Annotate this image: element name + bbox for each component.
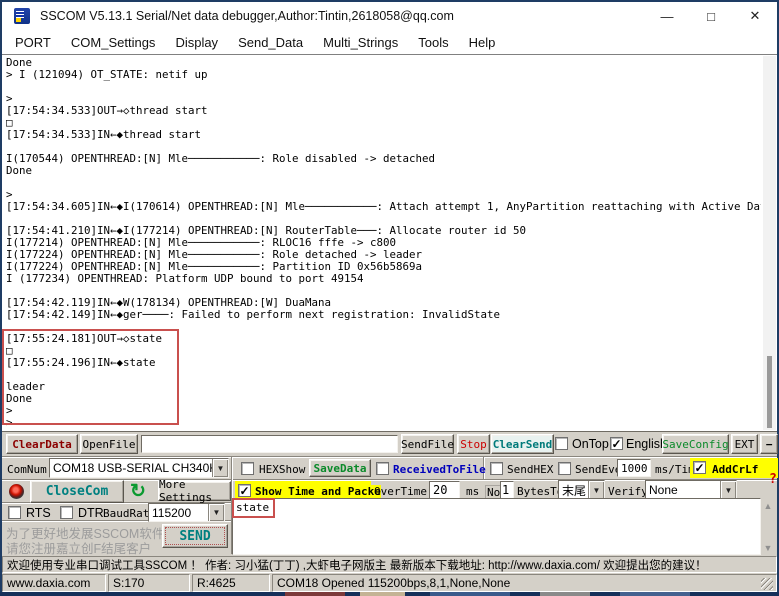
status-bar: www.daxia.com S:170 R:4625 COM18 Opened …	[2, 574, 777, 592]
close-com-button[interactable]: CloseCom	[30, 480, 124, 503]
com-status-icon	[9, 484, 24, 499]
stop-button[interactable]: Stop	[457, 434, 490, 454]
hex-show-checkbox-box[interactable]	[241, 462, 254, 475]
terminal-scrollbar[interactable]	[763, 56, 776, 430]
terminal-output[interactable]: Done > I (121094) OT_STATE: netif up > […	[2, 54, 777, 431]
send-hex-label: SendHEX	[507, 463, 553, 476]
add-crlf-checkbox-box[interactable]	[693, 461, 706, 474]
rts-checkbox-box[interactable]	[8, 506, 21, 519]
clear-data-button[interactable]: ClearData	[6, 434, 78, 454]
chevron-down-icon[interactable]: ▼	[588, 481, 604, 499]
open-file-button[interactable]: OpenFile	[80, 434, 138, 454]
baud-rate-value: 115200	[149, 506, 208, 520]
status-port-state-text: COM18 Opened 115200bps,8,1,None,None	[277, 576, 510, 590]
send-hex-checkbox-box[interactable]	[490, 462, 503, 475]
help-icon[interactable]: ?	[769, 472, 777, 487]
baud-rate-select[interactable]: 115200 ▼	[148, 503, 225, 522]
welcome-text: 欢迎使用专业串口调试工具SSCOM ！ 作者: 习小猛(丁丁) ,大虾电子网版主…	[7, 557, 707, 573]
menu-display[interactable]: Display	[165, 35, 228, 50]
scroll-down-icon[interactable]: ▼	[761, 541, 775, 555]
hex-show-label: HEXShow	[259, 463, 305, 476]
menu-help[interactable]: Help	[459, 35, 506, 50]
more-settings-button[interactable]: More Settings	[158, 481, 231, 501]
comnum-label: ComNum	[7, 463, 47, 476]
add-crlf-label: AddCrLf	[712, 463, 758, 476]
status-site: www.daxia.com	[2, 574, 106, 592]
com-port-value: COM18 USB-SERIAL CH340K	[50, 461, 212, 475]
send-text-area[interactable]: state ▲ ▼	[232, 498, 761, 555]
save-config-button[interactable]: SaveConfig	[662, 434, 729, 454]
append-pos-select[interactable]: 末尾 ▼	[558, 480, 605, 500]
app-icon	[14, 8, 30, 24]
title-bar: SSCOM V5.13.1 Serial/Net data debugger,A…	[2, 2, 777, 30]
on-top-label: OnTop	[572, 437, 609, 451]
menu-multi-strings[interactable]: Multi_Strings	[313, 35, 408, 50]
chevron-down-icon[interactable]: ▼	[212, 459, 228, 477]
bytes-input[interactable]	[500, 481, 514, 499]
menu-port[interactable]: PORT	[2, 35, 61, 50]
chevron-down-icon[interactable]: ▼	[720, 481, 736, 499]
collapse-panel-button[interactable]: −	[760, 434, 778, 454]
send-button[interactable]: SEND	[162, 524, 228, 548]
verify-select[interactable]: None ▼	[645, 480, 737, 500]
terminal-scrollbar-thumb[interactable]	[767, 356, 772, 428]
window-bottom-border	[0, 592, 779, 596]
received-to-file-checkbox-box[interactable]	[376, 462, 389, 475]
bytes-to-label: BytesTo	[517, 485, 563, 498]
verify-label: Verify	[608, 485, 648, 498]
menu-send-data[interactable]: Send_Data	[228, 35, 313, 50]
interval-unit-label: ms/Tim	[655, 463, 695, 476]
resize-grip[interactable]	[761, 578, 773, 590]
minimize-icon[interactable]: —	[645, 2, 689, 30]
overtime-label: OverTime:	[374, 485, 434, 498]
dtr-checkbox-box[interactable]	[60, 506, 73, 519]
send-file-button[interactable]: SendFile	[401, 434, 454, 454]
on-top-checkbox-box[interactable]	[555, 437, 568, 450]
sscom-window: SSCOM V5.13.1 Serial/Net data debugger,A…	[0, 0, 779, 596]
english-checkbox-box[interactable]	[610, 437, 623, 450]
show-time-label: Show Time and Packe	[255, 485, 381, 498]
save-data-button[interactable]: SaveData	[309, 459, 371, 477]
append-pos-value: 末尾	[559, 482, 588, 499]
window-controls: — □ ✕	[645, 2, 777, 30]
menu-bar: PORT COM_Settings Display Send_Data Mult…	[2, 30, 777, 54]
terminal-text: Done > I (121094) OT_STATE: netif up > […	[6, 57, 761, 431]
clear-send-button[interactable]: ClearSend	[491, 434, 554, 454]
window-title: SSCOM V5.13.1 Serial/Net data debugger,A…	[40, 9, 454, 23]
send-area-scrollbar[interactable]: ▲ ▼	[761, 499, 775, 555]
baud-rate-label: BaudRat	[103, 507, 149, 520]
maximize-icon[interactable]: □	[689, 2, 733, 30]
com-port-select[interactable]: COM18 USB-SERIAL CH340K ▼	[49, 458, 229, 478]
close-icon[interactable]: ✕	[733, 2, 777, 30]
overtime-input[interactable]	[429, 481, 460, 499]
promo-text-line2: 请您注册嘉立创F结尾客户	[6, 538, 151, 557]
english-label: English	[626, 437, 667, 451]
show-time-checkbox-box[interactable]	[238, 484, 251, 497]
file-path-input[interactable]	[141, 435, 398, 453]
status-sent-count: S:170	[108, 574, 190, 592]
menu-com-settings[interactable]: COM_Settings	[61, 35, 166, 50]
dtr-label: DTR	[78, 506, 104, 520]
send-interval-input[interactable]	[617, 459, 651, 477]
scroll-up-icon[interactable]: ▲	[761, 499, 775, 513]
rts-label: RTS	[26, 506, 51, 520]
welcome-bar: 欢迎使用专业串口调试工具SSCOM ！ 作者: 习小猛(丁丁) ,大虾电子网版主…	[2, 556, 777, 573]
chevron-down-icon[interactable]: ▼	[208, 504, 224, 521]
menu-tools[interactable]: Tools	[408, 35, 458, 50]
verify-value: None	[646, 483, 720, 497]
refresh-ports-icon[interactable]: ↻	[130, 483, 146, 501]
send-every-checkbox-box[interactable]	[558, 462, 571, 475]
overtime-unit-label: ms	[466, 485, 479, 498]
received-to-file-label: ReceivedToFile	[393, 463, 486, 476]
ext-button[interactable]: EXT	[731, 434, 758, 454]
status-received-count: R:4625	[192, 574, 270, 592]
status-port-state: COM18 Opened 115200bps,8,1,None,None	[272, 574, 777, 592]
send-text-value[interactable]: state	[232, 498, 275, 518]
